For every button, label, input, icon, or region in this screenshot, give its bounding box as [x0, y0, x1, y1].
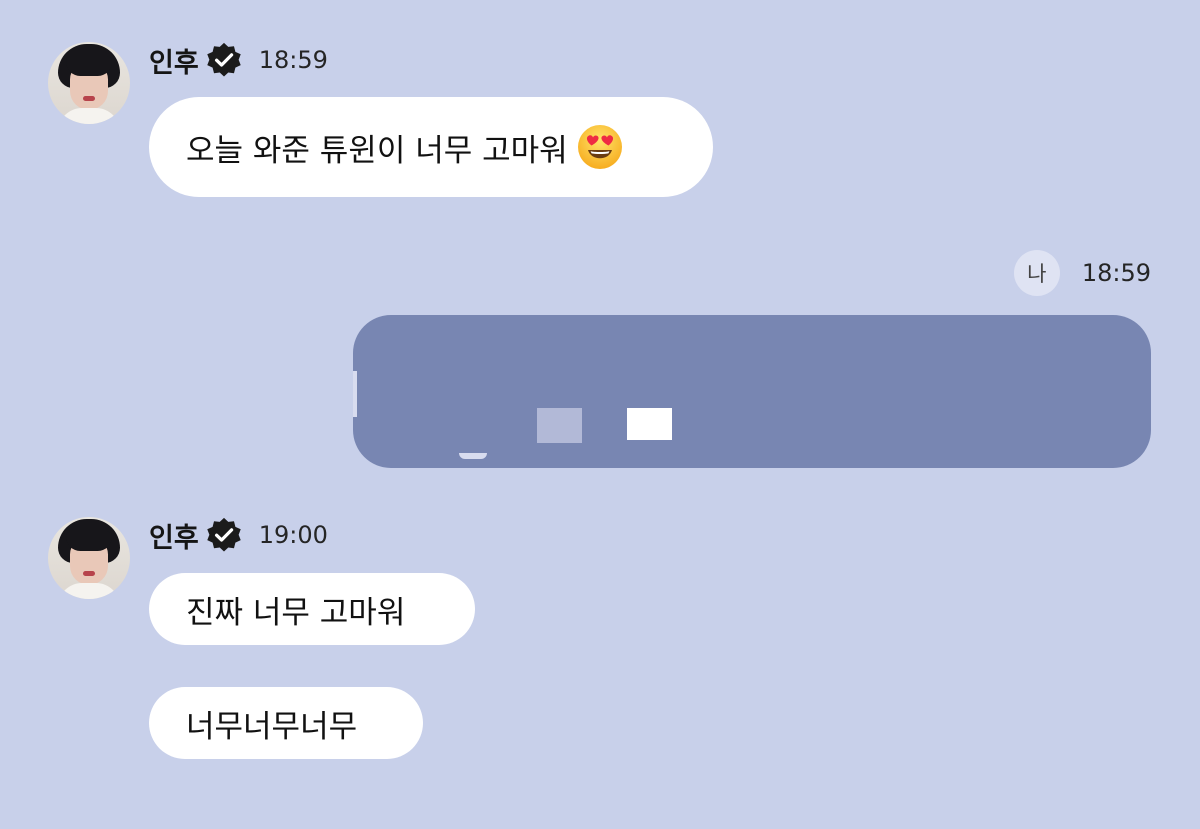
message-time: 18:59 [1081, 259, 1151, 287]
avatar-mouth [83, 571, 95, 576]
self-message-header: 나 18:59 [1013, 250, 1151, 296]
self-avatar-badge: 나 [1013, 250, 1060, 296]
redaction-artifact [353, 371, 357, 417]
message-text: 너무너무너무 [186, 708, 358, 745]
sender-avatar[interactable] [48, 42, 130, 124]
avatar-mouth [83, 96, 95, 101]
sender-name: 인후 [149, 522, 199, 554]
verified-check-icon [206, 42, 241, 77]
message-header: 인후 18:59 [149, 40, 328, 80]
redaction-artifact [627, 408, 672, 440]
message-time: 19:00 [258, 521, 328, 549]
avatar-shirt [58, 108, 120, 124]
verified-check-icon [206, 517, 241, 552]
message-text: 진짜 너무 고마워 [186, 594, 406, 631]
redacted-message-bubble[interactable] [353, 315, 1151, 468]
message-time: 18:59 [258, 46, 328, 74]
sender-avatar[interactable] [48, 517, 130, 599]
avatar-shirt [58, 583, 120, 599]
message-bubble[interactable]: 오늘 와준 튜윈이 너무 고마워 [149, 97, 713, 197]
message-bubble[interactable]: 진짜 너무 고마워 [149, 573, 475, 645]
message-bubble[interactable]: 너무너무너무 [149, 687, 423, 759]
redaction-artifact [459, 453, 487, 459]
avatar-fringe [66, 56, 112, 76]
heart-eyes-emoji-icon [577, 125, 622, 169]
sender-name: 인후 [149, 47, 199, 79]
message-text: 오늘 와준 튜윈이 너무 고마워 [186, 132, 568, 169]
redaction-artifact [537, 408, 582, 443]
message-header: 인후 19:00 [149, 515, 328, 555]
avatar-fringe [66, 531, 112, 551]
